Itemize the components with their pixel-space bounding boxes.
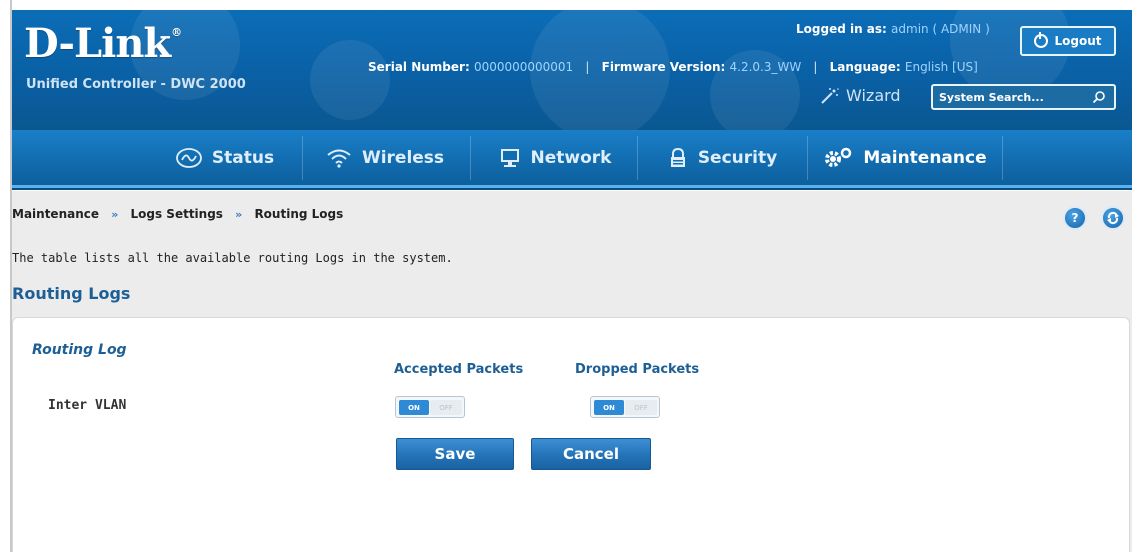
toggle-off-label: OFF: [430, 400, 462, 415]
help-icon: ?: [1071, 211, 1079, 225]
refresh-button[interactable]: [1101, 206, 1125, 230]
system-info-line: Serial Number: 0000000000001 | Firmware …: [368, 60, 978, 74]
toggle-off-label: OFF: [625, 400, 657, 415]
section-title: Routing Log: [32, 342, 127, 358]
breadcrumb-item[interactable]: Logs Settings: [131, 207, 223, 221]
separator: |: [585, 60, 590, 74]
search-icon[interactable]: [1092, 90, 1106, 104]
toggle-on-label: ON: [399, 400, 429, 415]
refresh-icon: [1107, 211, 1119, 225]
nav-divider: [637, 136, 638, 180]
wizard-link[interactable]: Wizard: [818, 86, 901, 105]
firmware-label: Firmware Version:: [601, 60, 726, 74]
nav-divider: [470, 136, 471, 180]
status-icon: [175, 147, 202, 168]
routing-log-panel: [12, 317, 1130, 552]
page-title: Routing Logs: [12, 284, 131, 303]
toggle-on-label: ON: [594, 400, 624, 415]
nav-item-security[interactable]: Security: [640, 130, 805, 185]
system-search[interactable]: [931, 84, 1116, 110]
serial-value: 0000000000001: [473, 60, 574, 74]
separator: |: [813, 60, 818, 74]
nav-item-status[interactable]: Status: [150, 130, 300, 185]
wizard-wand-icon: [821, 87, 839, 104]
gear-icon: [825, 147, 852, 167]
nav-divider: [302, 136, 303, 180]
language-value[interactable]: English [US]: [905, 60, 978, 74]
product-subtitle: Unified Controller - DWC 2000: [26, 77, 246, 92]
wifi-icon: [327, 149, 351, 168]
accepted-packets-toggle[interactable]: ON OFF: [395, 396, 465, 418]
breadcrumb: Maintenance » Logs Settings » Routing Lo…: [12, 207, 343, 221]
breadcrumb-separator: »: [111, 208, 119, 221]
nav-label-status: Status: [211, 147, 275, 168]
decorative-circle: [530, 10, 670, 140]
dropped-packets-toggle[interactable]: ON OFF: [590, 396, 660, 418]
breadcrumb-separator: »: [235, 208, 243, 221]
nav-label-maintenance: Maintenance: [863, 147, 987, 168]
power-icon: [1034, 32, 1049, 48]
logged-in-label: Logged in as:: [796, 22, 887, 36]
nav-divider: [807, 136, 808, 180]
help-button[interactable]: ?: [1063, 206, 1087, 230]
page-description: The table lists all the available routin…: [12, 251, 453, 265]
breadcrumb-item-current: Routing Logs: [254, 207, 344, 221]
row-label-inter-vlan: Inter VLAN: [48, 398, 127, 413]
logout-button[interactable]: Logout: [1020, 26, 1116, 56]
main-nav: Status Wireless Network Security Mainten…: [10, 130, 1132, 188]
breadcrumb-item[interactable]: Maintenance: [12, 207, 99, 221]
nav-label-security: Security: [697, 147, 778, 168]
nav-item-network[interactable]: Network: [475, 130, 635, 185]
nav-label-wireless: Wireless: [361, 147, 445, 168]
cancel-button[interactable]: Cancel: [531, 438, 651, 470]
app-window: D-Link® Unified Controller - DWC 2000 Lo…: [0, 0, 1132, 552]
serial-label: Serial Number:: [368, 60, 470, 74]
nav-label-network: Network: [530, 147, 612, 168]
dlink-logo: D-Link®: [24, 20, 182, 67]
nav-item-wireless[interactable]: Wireless: [305, 130, 465, 185]
search-input[interactable]: [939, 88, 1079, 106]
wizard-label: Wizard: [846, 86, 901, 105]
firmware-value: 4.2.0.3_WW: [729, 60, 802, 74]
save-button[interactable]: Save: [396, 438, 514, 470]
lock-icon: [670, 147, 685, 167]
decorative-circle: [310, 40, 390, 120]
logged-in-user: admin ( ADMIN ): [891, 22, 990, 36]
column-header-accepted: Accepted Packets: [394, 362, 524, 377]
language-label: Language:: [829, 60, 901, 74]
network-icon: [500, 148, 519, 167]
logout-label: Logout: [1054, 34, 1102, 48]
column-header-dropped: Dropped Packets: [575, 362, 700, 377]
nav-divider: [1002, 136, 1003, 180]
login-status: Logged in as: admin ( ADMIN ): [796, 22, 990, 36]
nav-item-maintenance[interactable]: Maintenance: [810, 130, 1000, 185]
